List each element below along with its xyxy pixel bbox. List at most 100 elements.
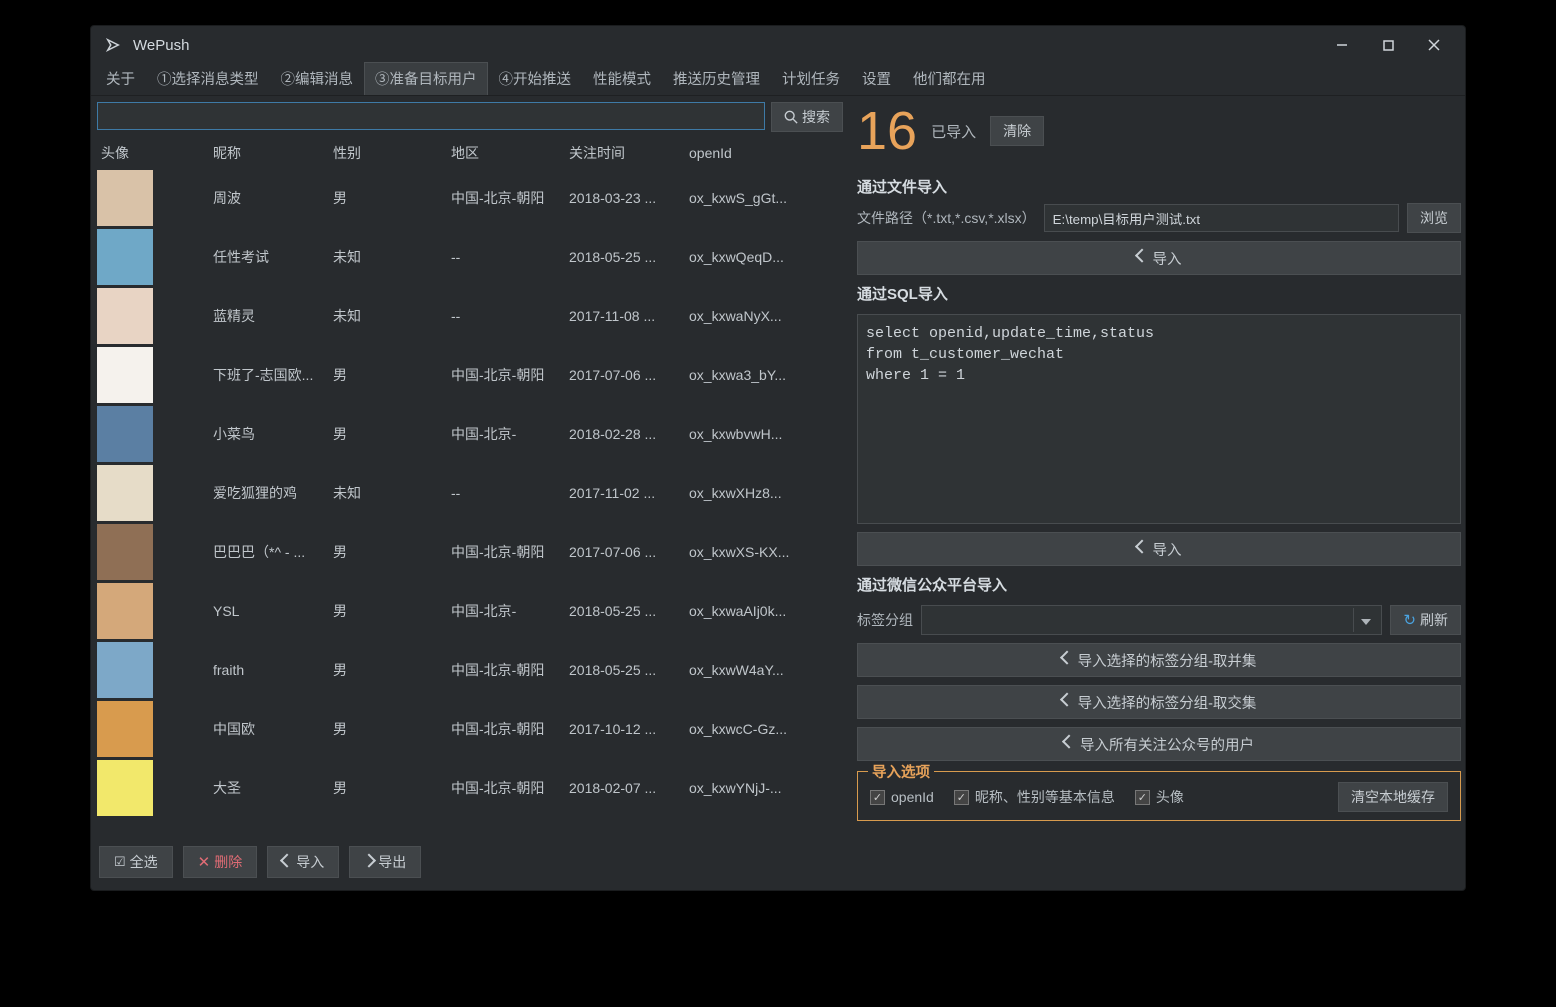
import-tag-union-label: 导入选择的标签分组-取并集 (1078, 650, 1257, 671)
cell-nickname: fraith (207, 662, 327, 678)
tab-5[interactable]: 性能模式 (582, 62, 662, 95)
column-header[interactable]: 性别 (327, 143, 445, 163)
table-row[interactable]: 巴巴巴（*^ - ...男中国-北京-朝阳2017-07-06 ...ox_kx… (95, 522, 845, 581)
table-row[interactable]: 任性考试未知--2018-05-25 ...ox_kxwQeqD... (95, 227, 845, 286)
sql-import-button[interactable]: 导入 (857, 532, 1461, 566)
table-row[interactable]: 中国欧男中国-北京-朝阳2017-10-12 ...ox_kxwcC-Gz... (95, 699, 845, 758)
avatar-label: 头像 (1156, 787, 1184, 807)
cell-openid: ox_kxwS_gGt... (683, 190, 845, 206)
select-all-label: 全选 (130, 852, 158, 872)
import-tag-intersect-label: 导入选择的标签分组-取交集 (1078, 692, 1257, 713)
select-all-button[interactable]: ☑全选 (99, 846, 173, 878)
cell-region: 中国-北京-朝阳 (445, 542, 563, 562)
cell-nickname: 周波 (207, 188, 327, 208)
tab-4[interactable]: ④开始推送 (488, 62, 583, 95)
import-arrow-icon (282, 854, 292, 870)
tag-group-select[interactable] (921, 605, 1382, 635)
cell-time: 2017-11-08 ... (563, 308, 683, 324)
import-all-followers-button[interactable]: 导入所有关注公众号的用户 (857, 727, 1461, 761)
cell-openid: ox_kxwW4aY... (683, 662, 845, 678)
clear-button[interactable]: 清除 (990, 116, 1044, 146)
cell-nickname: 爱吃狐狸的鸡 (207, 483, 327, 503)
window-controls (1319, 29, 1457, 61)
column-header[interactable]: openId (683, 145, 845, 161)
file-import-button[interactable]: 导入 (857, 241, 1461, 275)
import-arrow-icon (1137, 250, 1147, 266)
import-options-fieldset: 导入选项 ✓openId ✓昵称、性别等基本信息 ✓头像 清空本地缓存 (857, 771, 1461, 821)
cell-nickname: 小菜鸟 (207, 424, 327, 444)
refresh-icon: ↻ (1403, 611, 1416, 629)
tab-2[interactable]: ②编辑消息 (270, 62, 365, 95)
cell-region: -- (445, 485, 563, 501)
import-arrow-icon (1137, 541, 1147, 557)
table-row[interactable]: 周波男中国-北京-朝阳2018-03-23 ...ox_kxwS_gGt... (95, 168, 845, 227)
cell-openid: ox_kxwaNyX... (683, 308, 845, 324)
search-button[interactable]: 搜索 (771, 102, 843, 132)
avatar (97, 406, 153, 462)
cell-region: 中国-北京-朝阳 (445, 719, 563, 739)
tab-7[interactable]: 计划任务 (771, 62, 851, 95)
import-button[interactable]: 导入 (267, 846, 339, 878)
refresh-button[interactable]: ↻刷新 (1390, 605, 1461, 635)
cell-gender: 未知 (327, 483, 445, 503)
avatar-checkbox[interactable]: ✓头像 (1135, 787, 1184, 807)
table-body[interactable]: 周波男中国-北京-朝阳2018-03-23 ...ox_kxwS_gGt...任… (95, 168, 845, 838)
table-row[interactable]: 小菜鸟男中国-北京-2018-02-28 ...ox_kxwbvwH... (95, 404, 845, 463)
right-panel: 16 已导入 清除 通过文件导入 文件路径（*.txt,*.csv,*.xlsx… (849, 100, 1461, 886)
column-header[interactable]: 地区 (445, 143, 563, 163)
minimize-button[interactable] (1319, 29, 1365, 61)
sql-textarea[interactable] (857, 314, 1461, 524)
import-tag-intersect-button[interactable]: 导入选择的标签分组-取交集 (857, 685, 1461, 719)
export-button[interactable]: 导出 (349, 846, 421, 878)
browse-button[interactable]: 浏览 (1407, 203, 1461, 233)
basic-info-checkbox[interactable]: ✓昵称、性别等基本信息 (954, 787, 1115, 807)
chevron-down-icon (1361, 612, 1371, 628)
cell-nickname: 下班了-志国欧... (207, 365, 327, 385)
table-row[interactable]: 蓝精灵未知--2017-11-08 ...ox_kxwaNyX... (95, 286, 845, 345)
import-options-legend: 导入选项 (868, 761, 934, 782)
cell-openid: ox_kxwcC-Gz... (683, 721, 845, 737)
cell-region: 中国-北京- (445, 601, 563, 621)
close-button[interactable] (1411, 29, 1457, 61)
tag-group-row: 标签分组 ↻刷新 (857, 605, 1461, 635)
import-arrow-icon (1062, 652, 1072, 668)
tab-9[interactable]: 他们都在用 (902, 62, 997, 95)
file-path-input[interactable] (1044, 204, 1399, 232)
tab-8[interactable]: 设置 (851, 62, 902, 95)
avatar (97, 524, 153, 580)
openid-checkbox[interactable]: ✓openId (870, 789, 934, 805)
cell-region: 中国-北京-朝阳 (445, 778, 563, 798)
delete-button[interactable]: ✕删除 (183, 846, 258, 878)
column-header[interactable]: 昵称 (207, 143, 327, 163)
import-all-followers-label: 导入所有关注公众号的用户 (1080, 734, 1254, 755)
cell-region: 中国-北京-朝阳 (445, 365, 563, 385)
cell-time: 2018-02-28 ... (563, 426, 683, 442)
cell-openid: ox_kxwQeqD... (683, 249, 845, 265)
table-row[interactable]: 下班了-志国欧...男中国-北京-朝阳2017-07-06 ...ox_kxwa… (95, 345, 845, 404)
cell-nickname: YSL (207, 603, 327, 619)
content-area: 搜索 头像昵称性别地区关注时间openId 周波男中国-北京-朝阳2018-03… (91, 96, 1465, 890)
import-tag-union-button[interactable]: 导入选择的标签分组-取并集 (857, 643, 1461, 677)
search-input[interactable] (97, 102, 765, 130)
avatar (97, 229, 153, 285)
cell-region: -- (445, 308, 563, 324)
tab-6[interactable]: 推送历史管理 (662, 62, 771, 95)
column-header[interactable]: 关注时间 (563, 143, 683, 163)
table-row[interactable]: YSL男中国-北京-2018-05-25 ...ox_kxwaAIj0k... (95, 581, 845, 640)
cell-gender: 男 (327, 601, 445, 621)
tab-1[interactable]: ①选择消息类型 (146, 62, 270, 95)
tab-3[interactable]: ③准备目标用户 (364, 62, 488, 95)
cell-openid: ox_kxwaAIj0k... (683, 603, 845, 619)
cell-gender: 未知 (327, 306, 445, 326)
table-row[interactable]: 爱吃狐狸的鸡未知--2017-11-02 ...ox_kxwXHz8... (95, 463, 845, 522)
table-row[interactable]: fraith男中国-北京-朝阳2018-05-25 ...ox_kxwW4aY.… (95, 640, 845, 699)
tab-0[interactable]: 关于 (95, 62, 146, 95)
maximize-button[interactable] (1365, 29, 1411, 61)
file-import-label: 导入 (1153, 248, 1182, 269)
tag-group-label: 标签分组 (857, 610, 913, 630)
column-header[interactable]: 头像 (95, 143, 207, 163)
table-row[interactable]: 大圣男中国-北京-朝阳2018-02-07 ...ox_kxwYNjJ-... (95, 758, 845, 817)
cell-nickname: 大圣 (207, 778, 327, 798)
cell-time: 2018-05-25 ... (563, 662, 683, 678)
clear-cache-button[interactable]: 清空本地缓存 (1338, 782, 1448, 812)
